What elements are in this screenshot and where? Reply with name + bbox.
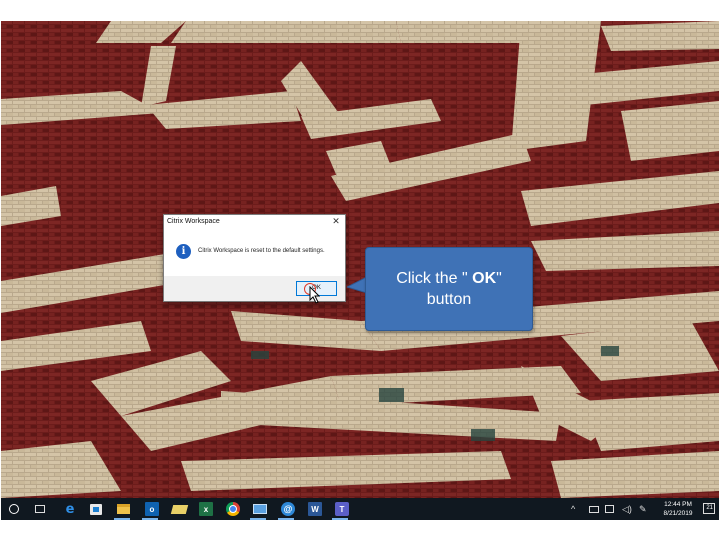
word-icon[interactable]: W: [308, 502, 322, 516]
slide: Citrix Workspace ✕ i Citrix Workspace is…: [0, 0, 720, 540]
callout-line2: button: [426, 291, 472, 308]
rdp-running-indicator: [250, 518, 266, 520]
pen-icon[interactable]: ✎: [639, 503, 647, 515]
outlook-icon[interactable]: o: [145, 502, 159, 516]
task-view-icon[interactable]: [35, 505, 45, 513]
notification-icon[interactable]: 21: [703, 503, 715, 514]
taskbar: e o x @ W T ^ ◁) ✎ 12:44 PM 8/21/2019 21: [1, 498, 719, 520]
callout-prefix: Click the ": [396, 270, 468, 287]
callout-emphasis: OK: [467, 270, 497, 287]
edge-icon[interactable]: e: [63, 502, 77, 517]
mouse-cursor-icon: [309, 286, 320, 304]
callout-suffix: ": [496, 270, 502, 287]
dialog-message: Citrix Workspace is reset to the default…: [198, 248, 325, 254]
info-icon: i: [176, 244, 191, 259]
start-icon[interactable]: [9, 504, 19, 514]
monitor-icon[interactable]: [605, 505, 614, 513]
dialog-title: Citrix Workspace: [167, 218, 220, 225]
store-icon[interactable]: [90, 504, 102, 515]
clock-time: 12:44 PM: [664, 501, 692, 508]
clock[interactable]: 12:44 PM 8/21/2019: [653, 500, 703, 518]
teams-running-indicator: [332, 518, 348, 520]
explorer-running-indicator: [114, 518, 130, 520]
teams-icon[interactable]: T: [335, 502, 349, 516]
remote-desktop-icon[interactable]: [253, 504, 267, 514]
callout-text: Click the " OK" button: [366, 268, 532, 310]
citrix-running-indicator: [278, 518, 294, 520]
close-icon[interactable]: ✕: [331, 216, 341, 226]
desktop: [1, 21, 719, 498]
network-icon[interactable]: [589, 506, 599, 513]
excel-icon[interactable]: x: [199, 502, 213, 516]
outlook-running-indicator: [142, 518, 158, 520]
chrome-icon[interactable]: [226, 502, 240, 516]
notes-icon[interactable]: [170, 505, 189, 514]
callout-pointer: [347, 276, 367, 294]
clock-date: 8/21/2019: [663, 510, 693, 517]
chevron-up-icon[interactable]: ^: [571, 503, 575, 515]
volume-icon[interactable]: ◁): [622, 503, 632, 515]
file-explorer-icon[interactable]: [117, 504, 130, 514]
citrix-workspace-icon[interactable]: @: [281, 502, 295, 516]
instruction-callout: Click the " OK" button: [365, 247, 533, 331]
brick-wallpaper: [1, 21, 719, 498]
